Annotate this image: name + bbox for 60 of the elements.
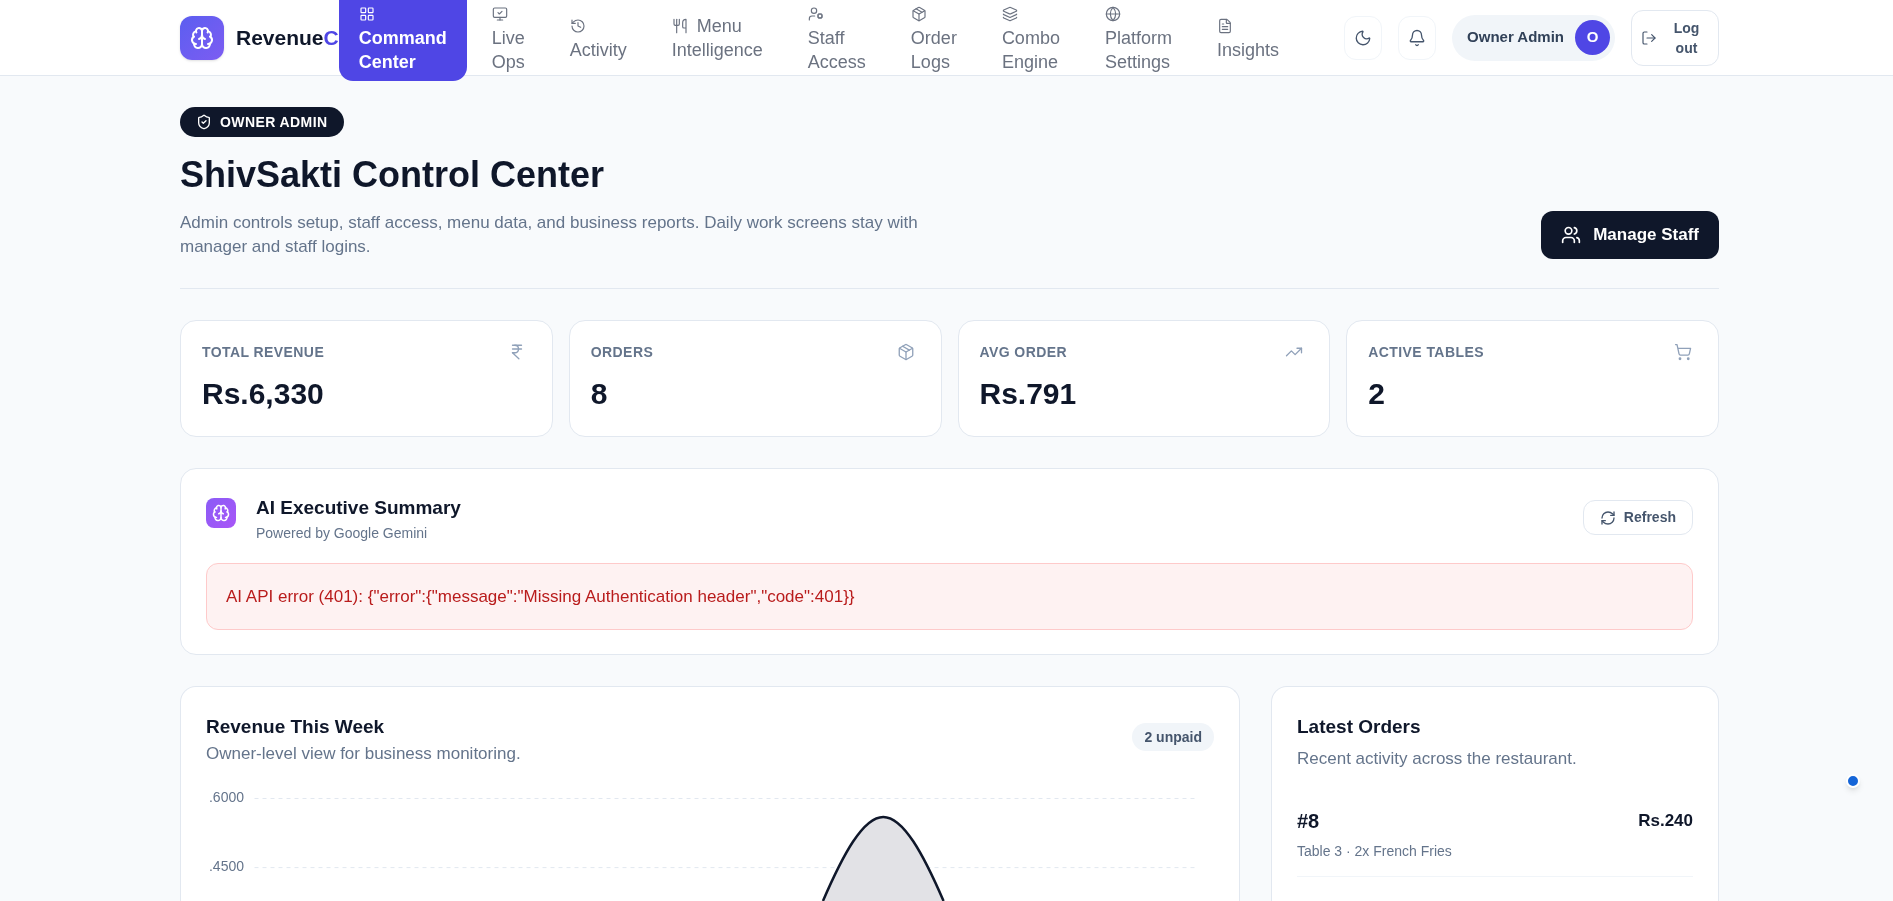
unpaid-badge: 2 unpaid [1132, 723, 1214, 751]
history-icon [569, 17, 586, 34]
nav-tab[interactable]: Order Logs [890, 1, 977, 74]
card-title: Latest Orders [1297, 715, 1422, 739]
notifications-button[interactable] [1398, 15, 1437, 60]
user-avatar: O [1575, 20, 1610, 55]
stat-label: AVG ORDER [979, 343, 1068, 362]
shield-icon [196, 114, 212, 130]
card-title: Revenue This Week [206, 715, 386, 739]
stat-value: 2 [1368, 376, 1386, 412]
card-title: AI Executive Summary [256, 496, 461, 520]
stat-value: Rs.791 [979, 376, 1078, 412]
grid-icon [358, 6, 375, 22]
package-icon [910, 5, 927, 22]
axis-label: .6000 [208, 789, 244, 806]
card-subtitle: Powered by Google Gemini [256, 524, 429, 543]
refresh-button[interactable]: Refresh [1582, 500, 1693, 535]
bell-icon [1408, 28, 1427, 47]
brain-icon [180, 15, 224, 60]
cart-icon [1674, 343, 1692, 361]
role-label: OWNER ADMIN [220, 112, 328, 132]
page-title: ShivSakti Control Center [180, 155, 606, 195]
layers-icon [1001, 5, 1018, 22]
order-number: #8 [1297, 809, 1320, 834]
stat-label: ORDERS [590, 343, 654, 362]
logout-button[interactable]: Log out [1631, 9, 1719, 66]
order-amount: Rs.240 [1638, 810, 1693, 832]
page-description: Admin controls setup, staff access, menu data, and business reports. Daily work screens stay with manager and staff logins. [180, 212, 919, 258]
stat-value: Rs.6,330 [202, 376, 325, 412]
brand-name: RevenueC [236, 24, 339, 51]
globe-icon [1104, 5, 1121, 22]
monitor-icon [491, 5, 508, 22]
user-name: Owner Admin [1467, 27, 1564, 48]
document-icon [1216, 17, 1233, 34]
nav-tab[interactable]: Activity [549, 13, 647, 62]
stat-label: ACTIVE TABLES [1368, 343, 1484, 362]
user-gear-icon [807, 5, 824, 22]
nav-tab[interactable]: Command Center [338, 0, 467, 81]
nav-tab[interactable]: Combo Engine [981, 1, 1080, 74]
utensils-icon [671, 17, 688, 34]
error-message: AI API error (401): {"error":{"message":"Missing Authentication header","code":401}} [206, 563, 1693, 630]
moon-icon [1354, 28, 1373, 47]
nav-tab[interactable]: Menu Intelligence [651, 13, 783, 62]
stat-label: TOTAL REVENUE [202, 343, 325, 362]
nav-tab[interactable]: Live Ops [471, 1, 545, 74]
nav-tab[interactable]: Platform Settings [1084, 1, 1192, 74]
axis-label: .4500 [208, 858, 244, 875]
brain-icon [206, 498, 236, 528]
manage-staff-button[interactable]: Manage Staff [1541, 211, 1719, 259]
card-subtitle: Recent activity across the restaurant. [1297, 748, 1578, 770]
stat-value: 8 [590, 376, 609, 412]
refresh-icon [1599, 509, 1616, 526]
order-detail: Table 3 · 2x French Fries [1297, 842, 1453, 861]
card-subtitle: Owner-level view for business monitoring. [206, 743, 521, 765]
theme-toggle-button[interactable] [1344, 15, 1383, 60]
logout-icon [1641, 29, 1657, 46]
package-icon [896, 343, 915, 361]
users-icon [1561, 225, 1582, 245]
nav-tab[interactable]: Insights [1196, 13, 1299, 62]
nav-tab[interactable]: Staff Access [787, 1, 886, 74]
